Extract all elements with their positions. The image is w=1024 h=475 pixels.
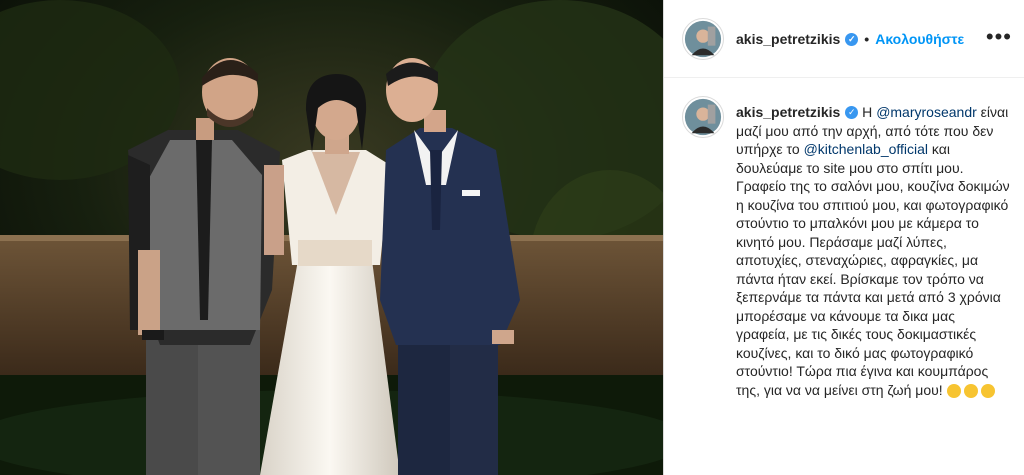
header-user-line: akis_petretzikis ✓ • Ακολουθήστε: [736, 31, 964, 47]
post-photo[interactable]: [0, 0, 663, 475]
smile-emoji-icon: [980, 383, 995, 398]
avatar-image: [684, 98, 722, 136]
caption-text-part: και δουλεύαμε το site μου στο σπίτι μου.…: [736, 141, 1010, 398]
post-header: akis_petretzikis ✓ • Ακολουθήστε •••: [664, 0, 1024, 78]
header-username[interactable]: akis_petretzikis: [736, 31, 840, 47]
avatar-image: [684, 20, 722, 58]
more-options-icon[interactable]: •••: [986, 24, 1012, 50]
caption-username[interactable]: akis_petretzikis: [736, 104, 840, 120]
wedding-photo-image: [0, 0, 663, 475]
post-caption: akis_petretzikis ✓ Η @maryroseandr είναι …: [682, 96, 1012, 399]
verified-badge-icon: ✓: [845, 32, 859, 46]
mention-link[interactable]: @maryroseandr: [876, 104, 977, 120]
separator-dot: •: [864, 31, 870, 47]
mention-link[interactable]: @kitchenlab_official: [804, 141, 928, 157]
smile-emoji-icon: [946, 383, 961, 398]
follow-button[interactable]: Ακολουθήστε: [875, 31, 964, 47]
caption-text: akis_petretzikis ✓ Η @maryroseandr είναι …: [736, 96, 1012, 399]
verified-badge-icon: ✓: [845, 105, 859, 119]
post-side-panel: akis_petretzikis ✓ • Ακολουθήστε ••• akis_p…: [663, 0, 1024, 475]
smile-emoji-icon: [963, 383, 978, 398]
profile-avatar[interactable]: [682, 18, 724, 60]
caption-text-part: Η: [858, 104, 877, 120]
caption-avatar[interactable]: [682, 96, 724, 138]
